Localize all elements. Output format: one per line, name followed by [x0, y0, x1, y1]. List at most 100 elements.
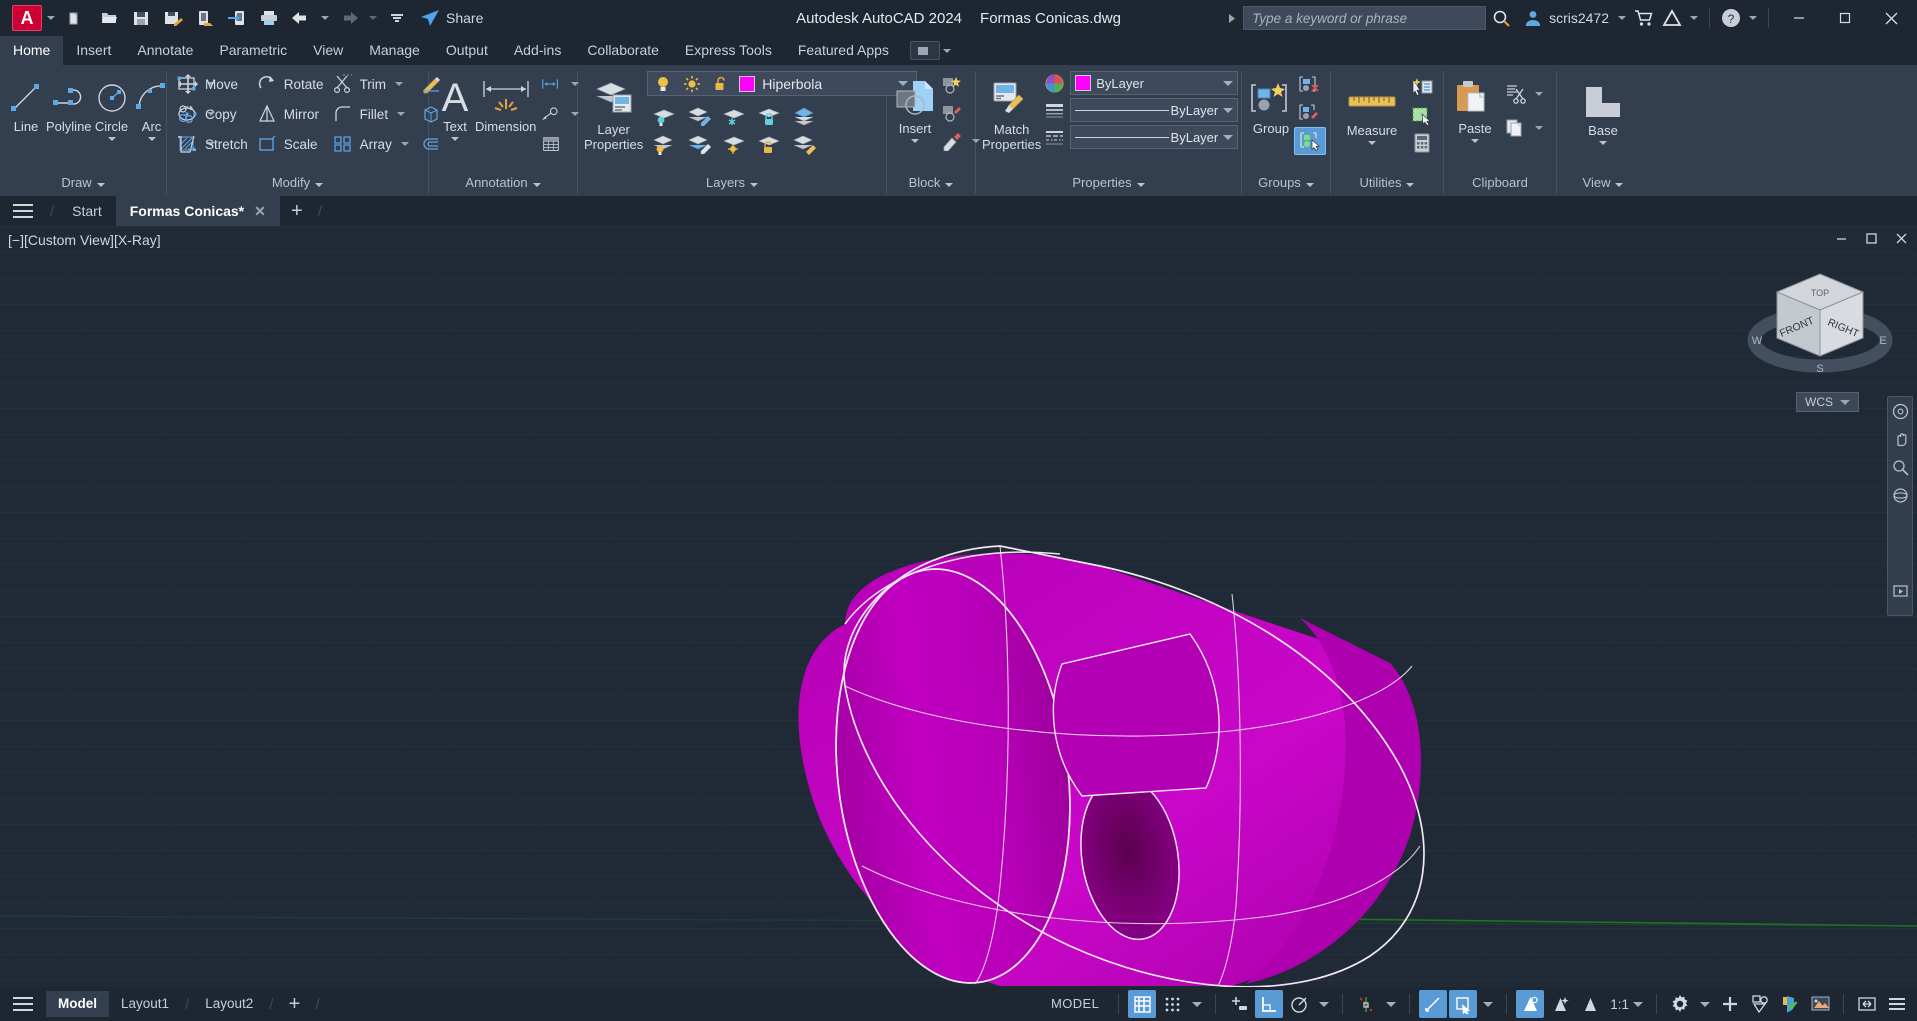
groups-panel-title[interactable]: Groups	[1242, 170, 1330, 196]
modify-panel-expand-icon[interactable]	[315, 182, 324, 187]
lightbulb-on-icon[interactable]	[652, 73, 674, 95]
selection-cycling-caret-icon[interactable]	[1479, 990, 1497, 1018]
undo-caret-icon[interactable]	[321, 16, 329, 20]
help-caret-icon[interactable]	[1749, 16, 1757, 20]
ribbon-tab-parametric[interactable]: Parametric	[206, 36, 300, 65]
fillet-button[interactable]: Fillet	[328, 99, 416, 129]
polar-tracking-toggle[interactable]	[1285, 990, 1313, 1018]
viewport-minimize-button[interactable]	[1833, 230, 1849, 246]
show-motion-icon[interactable]	[1890, 581, 1910, 601]
lineweight-caret-icon[interactable]	[1223, 107, 1234, 113]
insert-caret-icon[interactable]	[911, 139, 919, 143]
infer-constraints-toggle[interactable]	[1225, 990, 1253, 1018]
linetype-caret-icon[interactable]	[1223, 134, 1234, 140]
ortho-mode-toggle[interactable]	[1255, 990, 1284, 1018]
modify-panel-title[interactable]: Modify	[167, 170, 428, 196]
color-wheel-icon[interactable]	[1043, 72, 1065, 94]
base-caret-icon[interactable]	[1599, 141, 1607, 145]
viewport-config-label[interactable]: [−][Custom View][X-Ray]	[8, 232, 161, 248]
array-button[interactable]: Array	[328, 129, 416, 159]
sun-thaw-icon[interactable]	[681, 73, 703, 95]
viewcube[interactable]: N E S W FRONT RIGHT TOP	[1745, 264, 1895, 394]
layer-freeze-icon[interactable]	[717, 103, 751, 129]
hardware-acceleration-icon[interactable]	[1776, 990, 1804, 1018]
properties-panel-title[interactable]: Properties	[976, 170, 1241, 196]
calculator-button[interactable]	[1407, 129, 1437, 157]
object-snap-tracking-toggle[interactable]	[1352, 990, 1380, 1018]
scale-button[interactable]: Scale	[252, 129, 328, 159]
arc-caret-icon[interactable]	[147, 137, 156, 141]
object-snap-toggle[interactable]	[1419, 990, 1448, 1018]
pan-icon[interactable]	[1890, 429, 1910, 449]
view-panel-expand-icon[interactable]	[1615, 182, 1624, 187]
object-color-selector[interactable]: ByLayer	[1070, 71, 1239, 95]
search-input[interactable]: Type a keyword or phrase	[1243, 6, 1487, 30]
clean-screen-preview-icon[interactable]	[1806, 990, 1834, 1018]
layer-unlock-icon[interactable]	[752, 131, 786, 157]
groups-panel-expand-icon[interactable]	[1305, 182, 1314, 187]
draw-panel-title[interactable]: Draw	[0, 170, 166, 196]
drawing-canvas[interactable]: Z Y X [−][Custom View][X-Ray] N E S	[0, 226, 1917, 987]
ribbon-tab-annotate[interactable]: Annotate	[124, 36, 206, 65]
measure-caret-icon[interactable]	[1368, 141, 1376, 145]
grid-display-toggle[interactable]	[1128, 990, 1157, 1018]
ribbon-tab-view[interactable]: View	[300, 36, 356, 65]
trim-button[interactable]: Trim	[328, 69, 416, 99]
match-properties-button[interactable]: Match Properties	[982, 71, 1041, 152]
stretch-button[interactable]: Stretch	[173, 129, 252, 159]
open-icon[interactable]	[94, 3, 124, 33]
polyline-button[interactable]: Polyline	[46, 69, 92, 134]
file-tab-start[interactable]: Start	[58, 196, 116, 226]
annotation-scale-caret-icon[interactable]	[1633, 1001, 1643, 1007]
annotation-panel-expand-icon[interactable]	[532, 182, 541, 187]
isolate-objects-icon[interactable]	[1746, 990, 1774, 1018]
layer-lock-icon[interactable]	[752, 103, 786, 129]
layers-panel-title[interactable]: Layers	[578, 170, 886, 196]
cut-button[interactable]	[1500, 77, 1550, 111]
orbit-icon[interactable]	[1890, 485, 1910, 505]
apps-caret-icon[interactable]	[1690, 16, 1698, 20]
properties-panel-expand-icon[interactable]	[1136, 182, 1145, 187]
cart-icon[interactable]	[1631, 5, 1657, 31]
account-button[interactable]: scris2472	[1516, 9, 1613, 27]
new-file-tab-button[interactable]: +	[280, 196, 314, 226]
cut-caret-icon[interactable]	[1535, 92, 1543, 96]
fullscreen-icon[interactable]	[1853, 990, 1881, 1018]
selection-cycling-toggle[interactable]	[1449, 990, 1478, 1018]
utilities-panel-expand-icon[interactable]	[1406, 182, 1415, 187]
rotate-button[interactable]: Rotate	[252, 69, 328, 99]
ucs-selector[interactable]: WCS	[1796, 392, 1859, 412]
maximize-button[interactable]	[1823, 0, 1867, 36]
account-caret-icon[interactable]	[1618, 16, 1626, 20]
text-button[interactable]: A Text	[435, 69, 475, 141]
lineweight-toggle[interactable]	[1576, 990, 1604, 1018]
line-button[interactable]: Line	[6, 69, 46, 134]
ribbon-tab-manage[interactable]: Manage	[356, 36, 433, 65]
view-panel-title[interactable]: View	[1557, 170, 1649, 196]
viewport-restore-button[interactable]	[1863, 230, 1879, 246]
save-to-web-icon[interactable]	[190, 3, 220, 33]
dynamic-ucs-toggle[interactable]	[1516, 990, 1545, 1018]
layer-properties-button[interactable]: Layer Properties	[584, 71, 643, 152]
polar-settings-caret-icon[interactable]	[1315, 990, 1333, 1018]
zoom-extents-icon[interactable]	[1890, 457, 1910, 477]
linetype-selector[interactable]: ByLayer	[1070, 125, 1239, 149]
layer-thaw-all-icon[interactable]	[717, 131, 751, 157]
layer-match-icon[interactable]	[787, 131, 821, 157]
autodesk-apps-icon[interactable]	[1659, 5, 1685, 31]
redo-icon[interactable]	[334, 3, 364, 33]
layer-off-icon[interactable]	[647, 131, 681, 157]
ribbon-tab-collaborate[interactable]: Collaborate	[574, 36, 672, 65]
snap-mode-toggle[interactable]	[1158, 990, 1186, 1018]
saveas-icon[interactable]	[158, 3, 188, 33]
block-panel-expand-icon[interactable]	[945, 182, 954, 187]
customize-icon[interactable]	[382, 3, 412, 33]
save-icon[interactable]	[126, 3, 156, 33]
layout-tab-layout1[interactable]: Layout1	[109, 991, 181, 1017]
dimension-button[interactable]: Dimension	[475, 69, 536, 134]
layers-panel-expand-icon[interactable]	[750, 182, 759, 187]
redo-caret-icon[interactable]	[369, 16, 377, 20]
workspace-settings-icon[interactable]	[1666, 990, 1694, 1018]
customization-menu-icon[interactable]	[1883, 990, 1911, 1018]
file-tab-close-icon[interactable]: ✕	[254, 196, 266, 226]
